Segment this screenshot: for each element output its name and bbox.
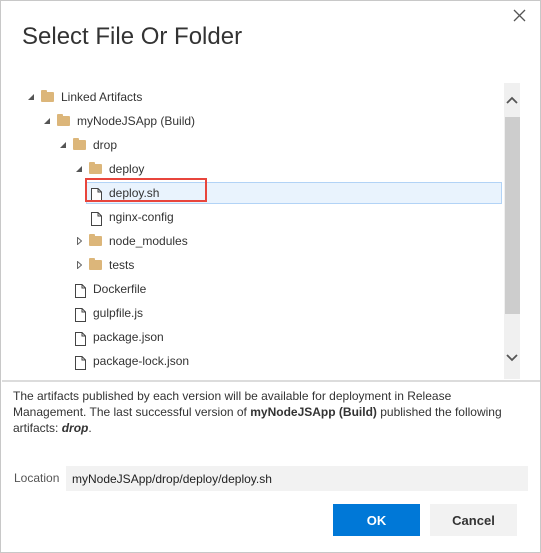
tree-item[interactable]: deploy.sh [2, 181, 502, 205]
tree-item-label: tests [109, 258, 135, 272]
collapsed-arrow-icon[interactable] [74, 253, 84, 277]
close-icon [513, 9, 526, 22]
tree-item[interactable]: node_modules [2, 229, 502, 253]
tree-item-label: package-lock.json [93, 354, 190, 368]
tree-item-label: deploy.sh [109, 186, 160, 200]
scroll-down-button[interactable] [504, 349, 520, 367]
info-text-part: . [88, 421, 92, 435]
file-icon [91, 186, 102, 202]
folder-icon [89, 162, 102, 174]
tree-item[interactable]: deploy [2, 157, 502, 181]
tree-item-label: Dockerfile [93, 282, 147, 296]
cancel-button[interactable]: Cancel [430, 504, 517, 536]
tree-item[interactable]: nginx-config [2, 205, 502, 229]
tree-item[interactable]: drop [2, 133, 502, 157]
tree-item[interactable]: Dockerfile [2, 277, 502, 301]
folder-icon [73, 138, 86, 150]
tree-item-label: gulpfile.js [93, 306, 144, 320]
tree-item[interactable] [2, 373, 502, 379]
close-button[interactable] [511, 7, 529, 25]
file-icon [75, 306, 86, 322]
tree-item[interactable]: gulpfile.js [2, 301, 502, 325]
tree-item-label: myNodeJSApp (Build) [77, 114, 196, 128]
location-label: Location [14, 471, 60, 485]
folder-icon [89, 258, 102, 270]
folder-icon [89, 234, 102, 246]
ok-button[interactable]: OK [333, 504, 420, 536]
folder-icon [57, 114, 70, 126]
tree-item-label: drop [93, 138, 118, 152]
scroll-up-button[interactable] [504, 91, 520, 109]
tree-item-label: node_modules [109, 234, 188, 248]
expanded-arrow-icon[interactable] [74, 157, 84, 181]
build-name: myNodeJSApp (Build) [250, 405, 377, 419]
expanded-arrow-icon[interactable] [42, 109, 52, 133]
file-icon [75, 378, 86, 379]
folder-icon [41, 90, 54, 102]
tree-item[interactable]: Linked Artifacts [2, 85, 502, 109]
expanded-arrow-icon[interactable] [26, 85, 36, 109]
info-text: The artifacts published by each version … [13, 388, 513, 436]
chevron-up-icon [506, 96, 518, 104]
file-tree: Linked Artifacts myNodeJSApp (Build) drop d… [2, 83, 504, 379]
tree-item-label: deploy [109, 162, 145, 176]
tree-item[interactable]: myNodeJSApp (Build) [2, 109, 502, 133]
tree-scrollbar[interactable] [504, 83, 520, 379]
expanded-arrow-icon[interactable] [58, 133, 68, 157]
tree-item-label: nginx-config [109, 210, 174, 224]
scroll-thumb[interactable] [505, 117, 520, 314]
tree-item-label: Linked Artifacts [61, 90, 143, 104]
tree-item-label: package.json [93, 330, 164, 344]
artifact-name: drop [61, 421, 89, 435]
chevron-down-icon [506, 354, 518, 362]
select-file-dialog: Select File Or Folder Linked Artifacts my… [0, 0, 541, 553]
file-icon [91, 210, 102, 226]
file-icon [75, 354, 86, 370]
file-icon [75, 282, 86, 298]
tree-item[interactable]: package-lock.json [2, 349, 502, 373]
dialog-title: Select File Or Folder [22, 23, 243, 50]
collapsed-arrow-icon[interactable] [74, 229, 84, 253]
separator [2, 380, 540, 382]
location-input[interactable] [66, 466, 528, 491]
tree-item[interactable]: tests [2, 253, 502, 277]
file-icon [75, 330, 86, 346]
tree-item[interactable]: package.json [2, 325, 502, 349]
